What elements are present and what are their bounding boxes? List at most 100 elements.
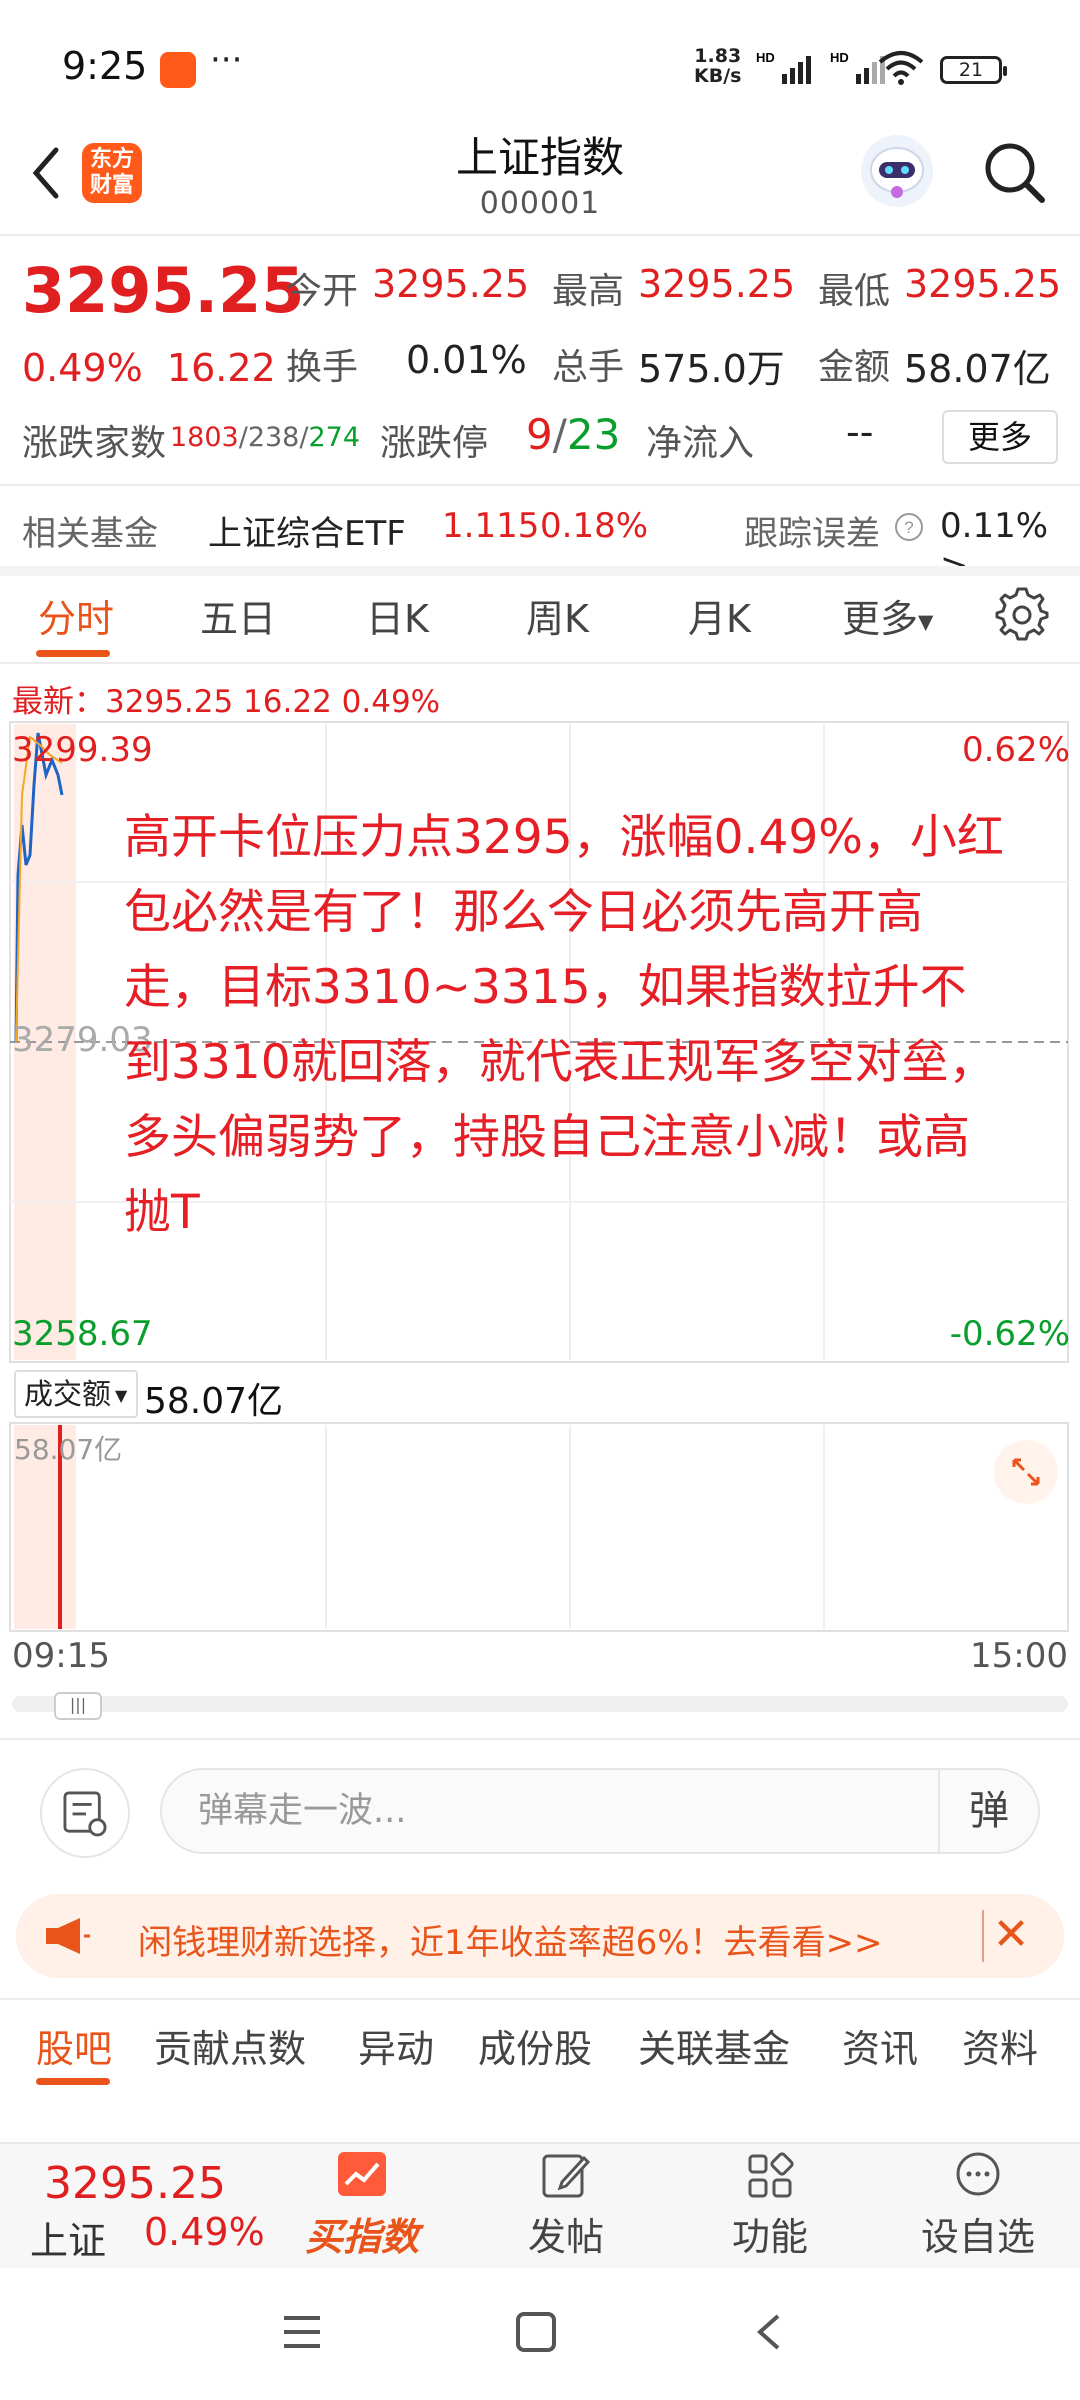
amount-label: 金额 (818, 347, 891, 388)
volume-label: 总手 (552, 347, 625, 388)
limit-down: 23 (566, 410, 621, 459)
gear-icon[interactable] (994, 586, 1050, 642)
breadth-values: 1803/238/274 (170, 422, 361, 453)
stock-code: 000001 (479, 186, 601, 221)
menu-icon[interactable] (280, 2312, 324, 2352)
promo-text[interactable]: 闲钱理财新选择，近1年收益率超6%！去看看>> (138, 1915, 883, 1964)
related-fund-pct: 0.18% (540, 506, 649, 546)
add-watchlist-label: 设自选 (920, 2215, 1035, 2259)
network-speed-unit: KB/s (694, 65, 742, 87)
tab-movement[interactable]: 异动 (358, 2018, 434, 2073)
tab-daily-k[interactable]: 日K (366, 588, 429, 643)
functions-button[interactable]: 功能 (700, 2150, 840, 2261)
open-value: 3295.25 (372, 262, 530, 306)
tab-monthly-k[interactable]: 月K (688, 588, 751, 643)
notes-icon[interactable] (40, 1768, 130, 1858)
tab-constituents[interactable]: 成份股 (478, 2018, 592, 2073)
help-icon[interactable]: ? (894, 512, 924, 542)
home-icon[interactable] (514, 2310, 558, 2354)
bottom-index-pct: 0.49% (144, 2210, 265, 2254)
tab-weekly-k[interactable]: 周K (526, 588, 589, 643)
dropdown-arrow-icon: ▼ (918, 609, 934, 634)
megaphone-icon (46, 1918, 90, 1954)
tab-intraday[interactable]: 分时 (38, 588, 114, 643)
turnover-value: 0.01% (406, 338, 527, 382)
inflow-label: 净流入 (646, 423, 755, 464)
limit-up: 9 (526, 410, 553, 459)
change-value: 16.22 (166, 346, 276, 390)
svg-text:HD: HD (830, 50, 849, 65)
search-icon[interactable] (980, 138, 1050, 208)
chart-divider (0, 1738, 1080, 1740)
tab-news[interactable]: 资讯 (842, 2018, 918, 2073)
battery-icon: 21 (940, 56, 1007, 84)
more-notifications-icon: ··· (210, 40, 243, 80)
index-price: 3295.25 (22, 254, 305, 327)
low-value: 3295.25 (904, 262, 1062, 306)
breadth-flat: 238 (247, 422, 300, 453)
status-bar: 9:25 ··· 1.83 KB/s HD HD 21 (0, 0, 1080, 130)
low-label: 最低 (818, 271, 891, 312)
breadth-down: 274 (308, 422, 361, 453)
breadth-label: 涨跌家数 (22, 423, 167, 464)
chat-bubble-icon (956, 2152, 1000, 2196)
buy-index-label: 买指数 (304, 2215, 419, 2259)
bottom-tab-indicator (36, 2078, 110, 2085)
wifi-icon (878, 51, 924, 85)
promo-divider (0, 1998, 1080, 2000)
ai-assistant-icon[interactable] (856, 130, 938, 212)
tab-forum[interactable]: 股吧 (36, 2018, 112, 2073)
annotation-note: 高开卡位压力点3295，涨幅0.49%，小红包必然是有了！那么今日必须先高开高走… (124, 810, 1004, 1240)
brand-logo[interactable]: 东方财富 (82, 143, 142, 203)
more-quote-button[interactable]: 更多 (942, 410, 1058, 464)
page-title: 上证指数 (455, 133, 624, 182)
open-label: 今开 (286, 271, 359, 312)
system-nav-bar (0, 2268, 1080, 2400)
change-percent: 0.49% (22, 346, 143, 390)
breadth-up: 1803 (170, 422, 239, 453)
high-label: 最高 (552, 271, 625, 312)
network-speed-value: 1.83 (694, 45, 742, 67)
back-arrow-icon[interactable] (22, 138, 72, 208)
buy-index-button[interactable]: 买指数 (292, 2150, 432, 2261)
tab-contribution[interactable]: 贡献点数 (154, 2018, 306, 2073)
tab-more[interactable]: 更多▼ (842, 588, 933, 643)
volume-axis-max: 58.07亿 (14, 1433, 123, 1466)
dropdown-arrow-icon: ▼ (115, 1386, 128, 1405)
inflow-value: -- (846, 410, 874, 454)
danmu-toggle-button[interactable]: 弹 (938, 1770, 1038, 1852)
expand-icon[interactable] (994, 1440, 1058, 1504)
time-axis-start: 09:15 (12, 1636, 110, 1676)
volume-metric-select[interactable]: 成交额 ▼ (14, 1370, 138, 1418)
volume-metric-value: 58.07亿 (144, 1381, 284, 1422)
close-icon[interactable]: ✕ (982, 1910, 1038, 1962)
danmu-input[interactable]: 弹幕走一波... (160, 1768, 1040, 1854)
tab-active-indicator (36, 650, 110, 657)
limit-values: 9/23 (526, 410, 621, 459)
tab-profile[interactable]: 资料 (962, 2018, 1038, 2073)
svg-text:HD: HD (756, 50, 775, 65)
time-axis-end: 15:00 (970, 1636, 1068, 1676)
post-button[interactable]: 发帖 (496, 2150, 636, 2261)
edit-icon (542, 2154, 591, 2198)
tabs-divider (0, 662, 1080, 664)
bottom-index-name: 上证 (30, 2219, 107, 2263)
chart-scroll-track[interactable] (12, 1696, 1068, 1712)
tracking-error-label: 跟踪误差 (744, 514, 880, 554)
tab-more-label: 更多 (842, 597, 919, 641)
back-nav-icon[interactable] (748, 2310, 792, 2354)
pct-axis-low: -0.62% (949, 1314, 1070, 1354)
network-speed: 1.83 KB/s (694, 46, 741, 86)
related-fund-name[interactable]: 上证综合ETF (208, 506, 406, 555)
tab-five-day[interactable]: 五日 (200, 588, 276, 643)
amount-value: 58.07亿 (904, 347, 1051, 391)
chart-scroll-handle[interactable]: ||| (54, 1692, 102, 1720)
volume-panel-border (9, 1422, 1069, 1632)
pct-axis-high: 0.62% (961, 730, 1070, 770)
tab-related-funds[interactable]: 关联基金 (638, 2018, 790, 2073)
add-watchlist-button[interactable]: 设自选 (908, 2150, 1048, 2261)
index-change: 0.49% 16.22 (22, 346, 276, 390)
grid-icon (748, 2152, 794, 2198)
header-divider (0, 234, 1080, 236)
turnover-label: 换手 (286, 347, 359, 388)
